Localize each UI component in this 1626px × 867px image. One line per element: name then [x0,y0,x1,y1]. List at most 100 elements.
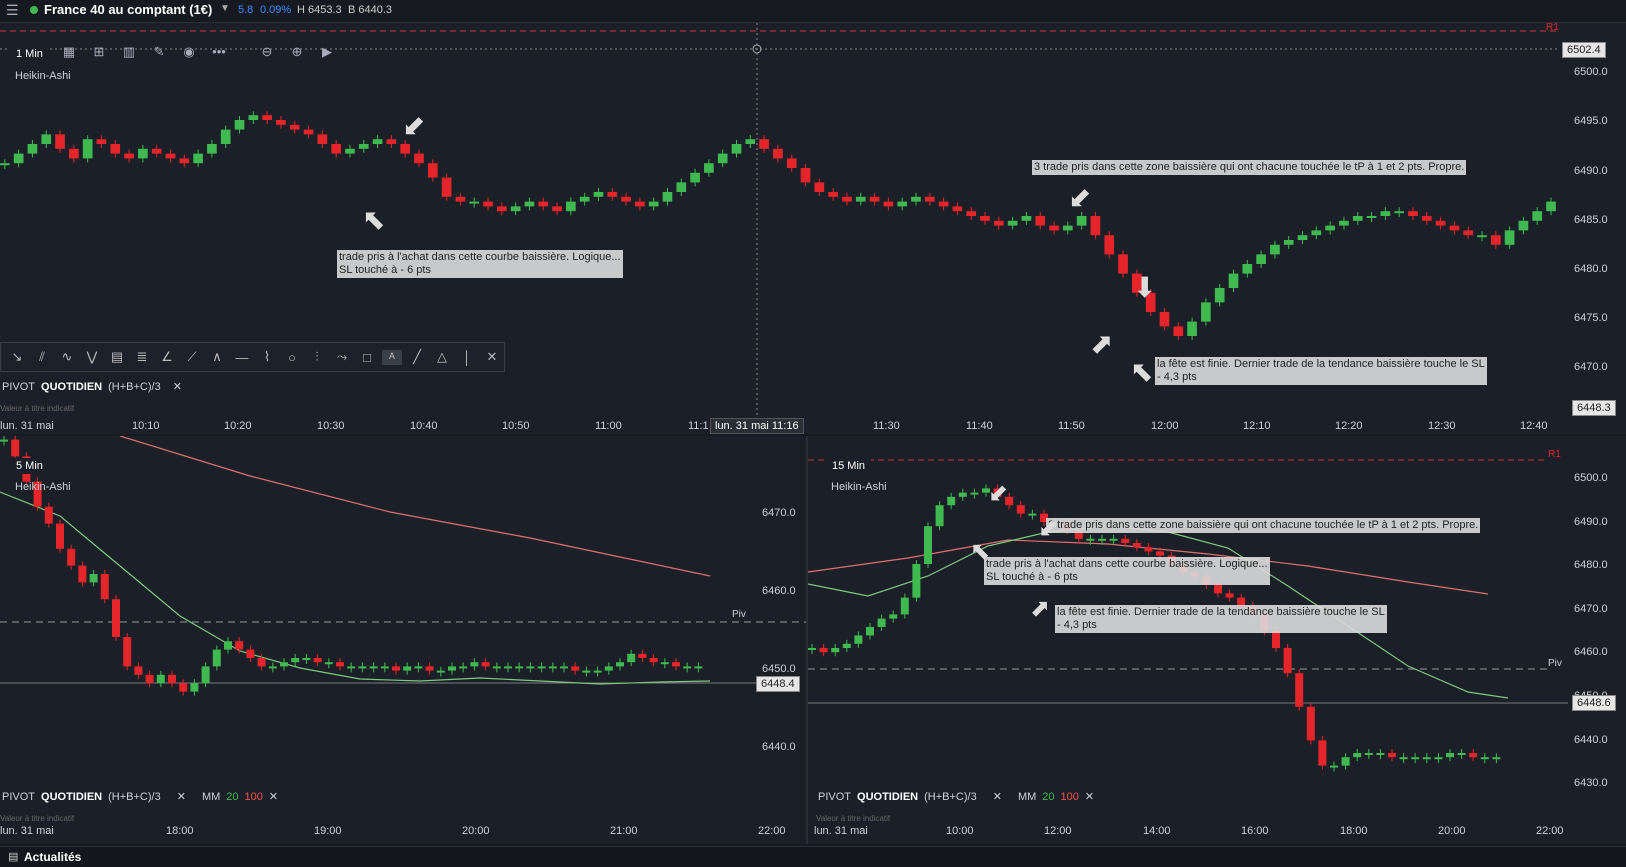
eye-icon[interactable]: ◉ [178,44,200,60]
hline-tool-icon[interactable]: — [232,350,252,365]
annotation-last-trade[interactable]: la fête est finie. Dernier trade de la t… [1155,357,1487,385]
news-icon[interactable]: ▤ [8,850,18,863]
pivot-period: QUOTIDIEN [857,790,919,803]
candle [1330,765,1338,768]
grid-tool-icon[interactable]: ▤ [107,349,127,365]
triangle-tool-icon[interactable]: △ [432,349,452,365]
candle [649,658,658,663]
wave-tool-icon[interactable]: ∧ [207,349,227,365]
arrow-tool-icon[interactable]: ↘ [7,349,27,365]
ruler-tool-icon[interactable]: ⌇ [257,349,277,365]
play-icon[interactable]: ▶ [316,44,338,60]
candle [317,134,328,144]
close-icon[interactable]: ✕ [1085,790,1094,803]
zoom-in-icon[interactable]: ⊕ [286,44,308,60]
candle [1104,235,1115,255]
y-tick-label: 6450.0 [762,663,796,675]
fib-tool-icon[interactable]: ≣ [132,349,152,365]
candle [134,666,143,675]
circle-tool-icon[interactable]: ○ [282,350,302,365]
low-value: B 6440.3 [348,4,393,16]
pivot-line-label: Piv [732,609,746,620]
timeframe-button[interactable]: 1 Min [10,46,49,62]
y-tick-label: 6430.0 [1574,777,1608,789]
arrow-down-left-icon: ⬋ [988,480,1009,507]
annotation-last-trade[interactable]: la fête est finie. Dernier trade de la t… [1055,605,1387,633]
candle [336,662,344,667]
bottom-right-chart-panel[interactable] [808,436,1626,844]
ma-100-value: 100 [1060,790,1079,803]
candle [156,674,165,684]
layout-icon[interactable]: ⊞ [88,44,110,60]
rectangle-tool-icon[interactable]: □ [357,350,377,365]
news-link[interactable]: Actualités [24,850,81,864]
close-icon[interactable]: ✕ [993,790,1002,803]
parallel-tool-icon[interactable]: ⫽ [32,349,52,365]
candle [1242,264,1253,274]
close-icon[interactable]: ✕ [177,790,186,803]
arrow-up-left-icon: ⬉ [362,204,386,235]
zigzag-tool-icon[interactable]: ⋁ [82,349,102,365]
bottom-left-chart-panel[interactable] [0,436,808,844]
more-icon[interactable]: ••• [208,44,230,60]
text-tool-icon[interactable]: ᴬ [382,349,402,365]
zoom-out-icon[interactable]: ⊖ [256,44,278,60]
bottom-right-chart-canvas[interactable] [808,436,1626,844]
candle [1283,648,1292,674]
candle [704,163,714,173]
candle [676,182,687,192]
y-tick-label: 6485.0 [1574,214,1608,226]
annotation-three-trades[interactable]: 3 trade pris dans cette zone baissière q… [1032,160,1467,175]
curve-tool-icon[interactable]: ∿ [57,349,77,365]
candle [537,666,546,669]
annotation-buy-trade[interactable]: trade pris à l'achat dans cette courbe b… [984,557,1270,585]
candle [1076,216,1087,226]
path-tool-icon[interactable]: ⤳ [332,349,352,365]
angle-tool-icon[interactable]: ∠ [157,349,177,365]
candle [1035,216,1046,226]
candle [1380,211,1391,216]
calculator-icon[interactable]: ▦ [58,44,80,60]
close-icon[interactable]: ✕ [269,790,278,803]
vline-tool-icon[interactable]: │ [457,350,477,365]
trendline-tool-icon[interactable]: ⟋ [182,349,202,365]
candle [952,206,963,212]
x-tick-label: 18:00 [1340,825,1368,837]
y-tick-label: 6440.0 [762,741,796,753]
pencil-icon[interactable]: ✎ [148,44,170,60]
line-tool-icon[interactable]: ╱ [407,349,427,365]
instrument-title[interactable]: France 40 au comptant (1€) [44,2,212,17]
pitchfork-tool-icon[interactable]: ⫶ [307,349,327,365]
candle [1388,753,1396,758]
candle [436,670,445,673]
arrow-up-left-icon: ⬉ [1130,356,1154,387]
y-tick-label: 6490.0 [1574,165,1608,177]
bar-chart-icon[interactable]: ▥ [118,44,140,60]
candle [828,192,838,197]
candle [302,658,311,660]
candle [289,124,300,130]
close-icon[interactable]: ✕ [173,380,182,393]
annotation-buy-trade[interactable]: trade pris à l'achat dans cette courbe b… [337,250,623,278]
hamburger-icon[interactable]: ☰ [6,2,19,19]
close-icon[interactable]: ✕ [482,349,502,365]
candle [1480,757,1489,760]
candle [235,641,244,650]
candle [621,196,631,202]
candle [179,683,188,692]
annotation-three-trades[interactable]: 3 trade pris dans cette zone baissière q… [1046,518,1481,533]
candle [427,163,438,178]
candle [773,148,783,159]
ma-100-value: 100 [244,790,263,803]
y-tick-label: 6500.0 [1574,66,1608,78]
change-percent: 0.09% [260,4,292,16]
arrow-down-left-icon: ⬋ [402,110,426,141]
chevron-down-icon[interactable]: ▼ [220,3,230,14]
bottom-left-chart-canvas[interactable] [0,436,806,844]
timeframe-button[interactable]: 5 Min [10,458,49,474]
pivot-legend: PIVOT QUOTIDIEN (H+B+C)/3 ✕ MM 20 100 ✕ [2,790,278,804]
timeframe-button[interactable]: 15 Min [826,458,872,474]
last-price-tag: 6448.6 [1572,695,1616,711]
candle [168,674,176,684]
candle [1353,753,1362,758]
